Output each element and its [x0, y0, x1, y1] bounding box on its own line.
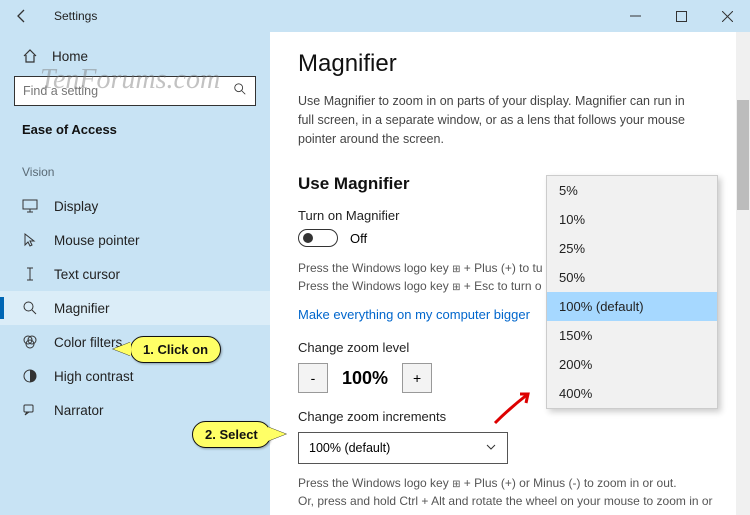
dropdown-item[interactable]: 10% [547, 205, 717, 234]
dropdown-item[interactable]: 400% [547, 379, 717, 408]
zoom-decrease-button[interactable]: - [298, 363, 328, 393]
close-button[interactable] [704, 0, 750, 32]
scrollbar-thumb[interactable] [737, 100, 749, 210]
home-label: Home [52, 49, 88, 64]
annotation-tail-1 [113, 342, 131, 356]
sidebar-item-mouse-pointer[interactable]: Mouse pointer [0, 223, 270, 257]
group-label: Vision [0, 153, 270, 189]
annotation-callout-2: 2. Select [192, 421, 271, 448]
annotation-arrow [490, 388, 540, 428]
dropdown-item[interactable]: 25% [547, 234, 717, 263]
dropdown-item[interactable]: 50% [547, 263, 717, 292]
sidebar-item-label: High contrast [54, 369, 134, 384]
make-bigger-link[interactable]: Make everything on my computer bigger [298, 307, 530, 322]
section-title: Ease of Access [0, 120, 270, 153]
annotation-callout-1: 1. Click on [130, 336, 221, 363]
dropdown-item[interactable]: 200% [547, 350, 717, 379]
back-button[interactable] [8, 2, 36, 30]
search-field[interactable] [23, 84, 233, 98]
page-title: Magnifier [298, 50, 728, 78]
zoom-increase-button[interactable]: + [402, 363, 432, 393]
search-input[interactable] [14, 76, 256, 106]
zoom-value: 100% [332, 368, 398, 389]
page-description: Use Magnifier to zoom in on parts of you… [298, 92, 698, 148]
increments-dropdown: 5%10%25%50%100% (default)150%200%400% [546, 175, 718, 409]
sidebar-item-label: Magnifier [54, 301, 110, 316]
sidebar-item-label: Mouse pointer [54, 233, 140, 248]
titlebar: Settings [0, 0, 750, 32]
sidebar-item-text-cursor[interactable]: Text cursor [0, 257, 270, 291]
maximize-button[interactable] [658, 0, 704, 32]
sidebar-item-label: Display [54, 199, 98, 214]
sidebar-item-label: Narrator [54, 403, 104, 418]
home-nav[interactable]: Home [0, 42, 270, 76]
scrollbar[interactable] [736, 32, 750, 515]
combobox-value: 100% (default) [309, 441, 390, 455]
window-title: Settings [48, 9, 97, 23]
search-icon [233, 82, 247, 101]
magnifier-toggle[interactable] [298, 229, 338, 247]
dropdown-item[interactable]: 100% (default) [547, 292, 717, 321]
chevron-down-icon [485, 441, 497, 456]
dropdown-item[interactable]: 5% [547, 176, 717, 205]
sidebar-item-high-contrast[interactable]: High contrast [0, 359, 270, 393]
sidebar-item-display[interactable]: Display [0, 189, 270, 223]
increments-combobox[interactable]: 100% (default) [298, 432, 508, 464]
dropdown-item[interactable]: 150% [547, 321, 717, 350]
annotation-tail-2 [268, 427, 286, 441]
sidebar-item-label: Text cursor [54, 267, 120, 282]
sidebar-item-magnifier[interactable]: Magnifier [0, 291, 270, 325]
footer-hint: Press the Windows logo key ⊞ + Plus (+) … [298, 474, 728, 515]
toggle-state: Off [350, 231, 367, 246]
minimize-button[interactable] [612, 0, 658, 32]
